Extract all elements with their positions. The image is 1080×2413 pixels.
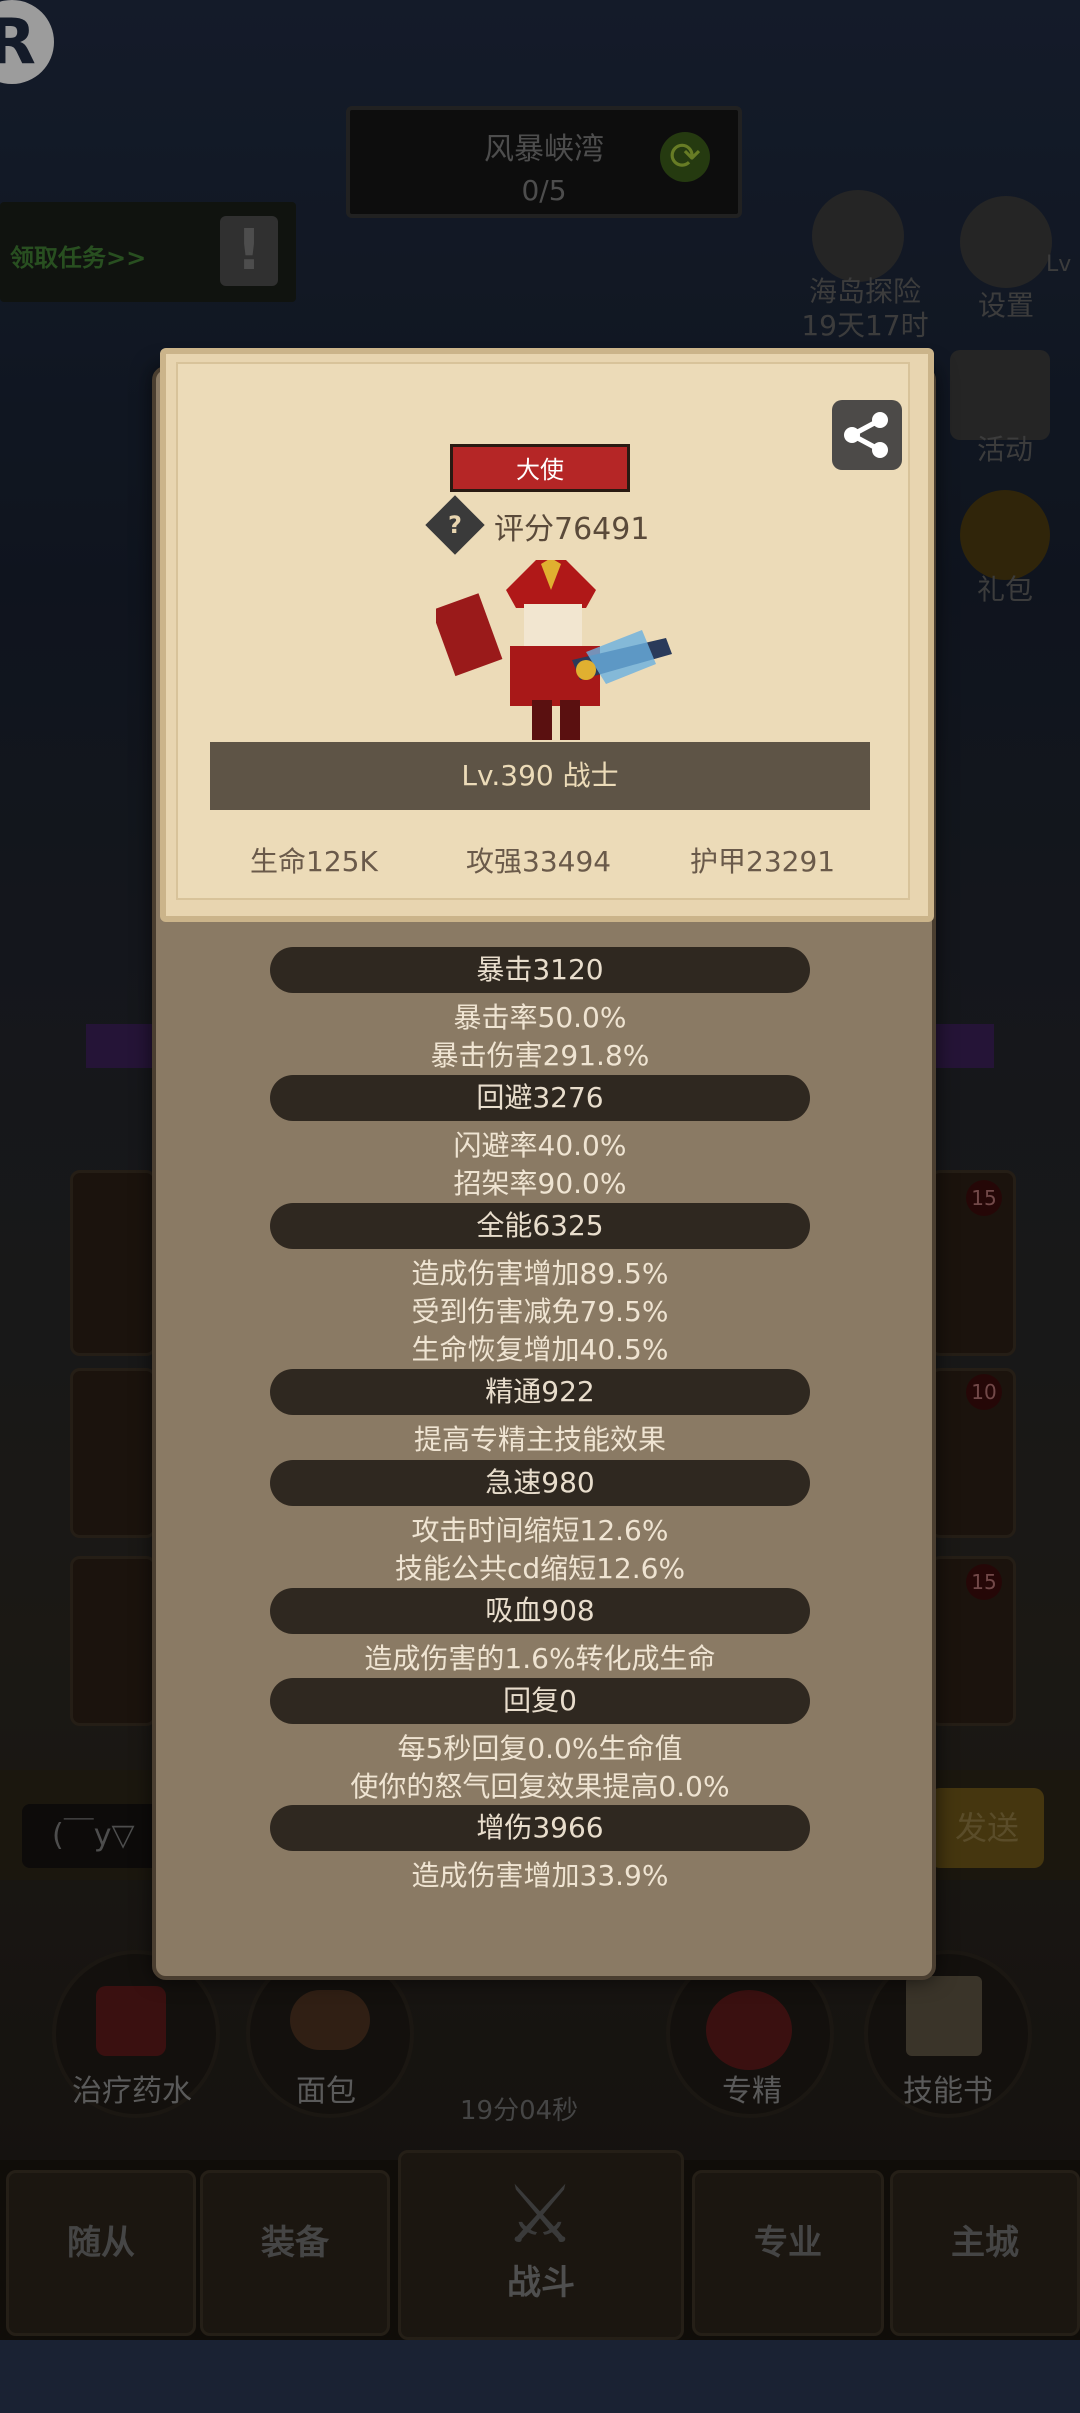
stat-line: 受到伤害减免79.5% (411, 1295, 669, 1328)
stat-line: 提高专精主技能效果 (413, 1423, 666, 1456)
score: 评分76491 (494, 512, 650, 547)
armor-stat: 护甲23291 (690, 845, 836, 878)
title-badge: 大使 (450, 444, 630, 492)
stat-header-haste: 急速980 (270, 1460, 810, 1506)
stat-header-crit: 暴击3120 (270, 947, 810, 993)
stat-line: 造成伤害增加33.9% (411, 1859, 669, 1892)
stat-header-regen: 回复0 (270, 1678, 810, 1724)
share-button[interactable] (832, 400, 902, 470)
level-class: Lv.390 战士 (210, 742, 870, 810)
stat-line: 攻击时间缩短12.6% (411, 1514, 669, 1547)
character-sprite (431, 558, 676, 760)
stat-header-damage-bonus: 增伤3966 (270, 1805, 810, 1851)
stat-line: 生命恢复增加40.5% (411, 1333, 669, 1366)
stat-header-versatility: 全能6325 (270, 1203, 810, 1249)
stat-line: 招架率90.0% (453, 1167, 627, 1200)
stat-line: 技能公共cd缩短12.6% (394, 1552, 686, 1585)
stat-line: 暴击率50.0% (453, 1001, 627, 1034)
hp-stat: 生命125K (250, 845, 378, 878)
stat-line: 暴击伤害291.8% (430, 1039, 650, 1072)
stat-line: 造成伤害的1.6%转化成生命 (364, 1642, 716, 1675)
stat-line: 每5秒回复0.0%生命值 (397, 1732, 683, 1765)
stat-line: 使你的怒气回复效果提高0.0% (350, 1770, 730, 1803)
share-icon (844, 412, 888, 458)
stat-header-mastery: 精通922 (270, 1369, 810, 1415)
stat-line: 造成伤害增加89.5% (411, 1257, 669, 1290)
attack-stat: 攻强33494 (466, 845, 612, 878)
stat-header-leech: 吸血908 (270, 1588, 810, 1634)
stat-line: 闪避率40.0% (453, 1129, 627, 1162)
stat-header-avoidance: 回避3276 (270, 1075, 810, 1121)
